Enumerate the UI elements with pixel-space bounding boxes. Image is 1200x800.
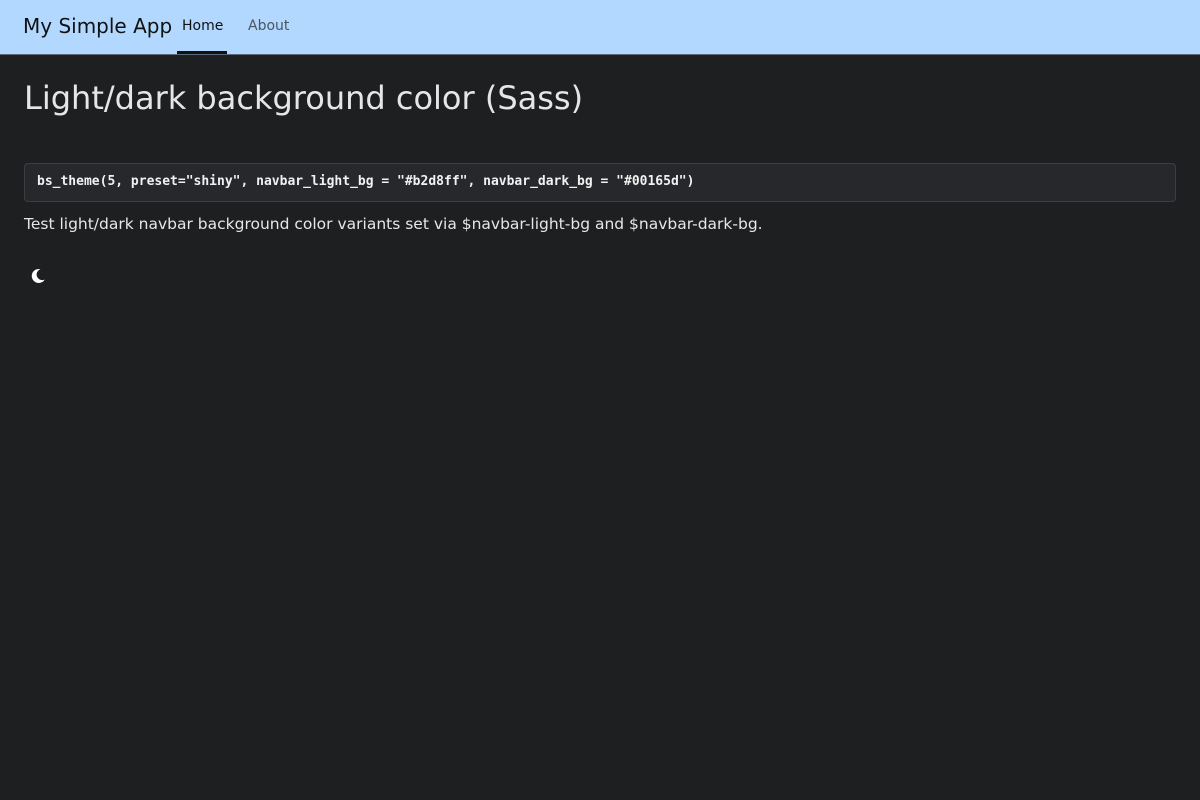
dark-mode-toggle[interactable] <box>28 266 48 286</box>
nav-tab-about[interactable]: About <box>248 18 289 34</box>
nav-tab-home[interactable]: Home <box>182 18 223 34</box>
active-tab-indicator <box>177 51 227 54</box>
code-block: bs_theme(5, preset="shiny", navbar_light… <box>24 163 1176 202</box>
navbar: My Simple App Home About <box>0 0 1200 55</box>
page-description: Test light/dark navbar background color … <box>24 215 763 233</box>
page-title: Light/dark background color (Sass) <box>24 79 584 117</box>
app-brand[interactable]: My Simple App <box>23 14 172 38</box>
code-text: bs_theme(5, preset="shiny", navbar_light… <box>37 174 695 189</box>
moon-icon <box>31 268 45 283</box>
